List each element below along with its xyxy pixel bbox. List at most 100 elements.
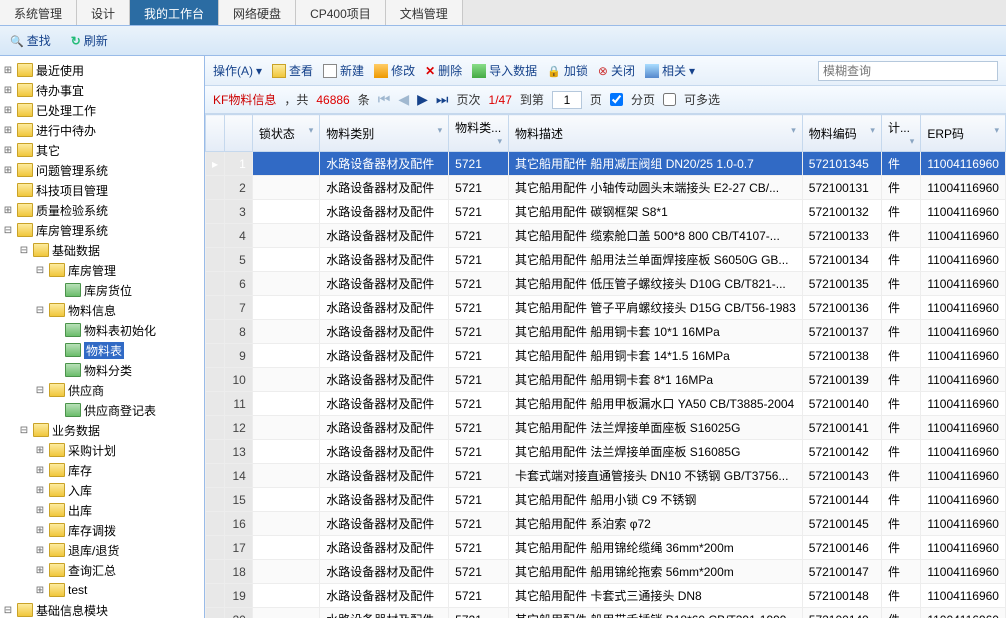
tree-node[interactable]: ⊞出库 bbox=[2, 500, 202, 520]
tree-node[interactable]: ⊞问题管理系统 bbox=[2, 160, 202, 180]
tree-node[interactable]: ⊞入库 bbox=[2, 480, 202, 500]
table-row[interactable]: 13水路设备器材及配件5721其它船用配件 法兰焊接单面座板 S16085G57… bbox=[206, 440, 1006, 464]
table-cell: 其它船用配件 法兰焊接单面座板 S16085G bbox=[509, 440, 803, 464]
new-button[interactable]: 新建 bbox=[323, 62, 364, 79]
tree-node[interactable]: ⊟基础数据 bbox=[2, 240, 202, 260]
grid-header[interactable]: 计...▾ bbox=[881, 115, 920, 152]
table-row[interactable]: 17水路设备器材及配件5721其它船用配件 船用锦纶缆绳 36mm*200m57… bbox=[206, 536, 1006, 560]
top-tab-2[interactable]: 我的工作台 bbox=[130, 0, 219, 25]
grid-header[interactable]: 物料编码▾ bbox=[802, 115, 881, 152]
chevron-down-icon[interactable]: ▾ bbox=[870, 125, 875, 136]
table-row[interactable]: 15水路设备器材及配件5721其它船用配件 船用小锁 C9 不锈钢5721001… bbox=[206, 488, 1006, 512]
table-row[interactable]: 8水路设备器材及配件5721其它船用配件 船用铜卡套 10*1 16MPa572… bbox=[206, 320, 1006, 344]
refresh-button[interactable]: 刷新 bbox=[71, 32, 108, 49]
tree-node[interactable]: 物料表初始化 bbox=[2, 320, 202, 340]
table-cell: 水路设备器材及配件 bbox=[320, 488, 449, 512]
top-tab-1[interactable]: 设计 bbox=[77, 0, 130, 25]
last-page-button[interactable]: ⏭ bbox=[436, 91, 449, 108]
tree-node[interactable]: ⊞待办事宜 bbox=[2, 80, 202, 100]
grid-header[interactable]: 锁状态▾ bbox=[252, 115, 319, 152]
multi-select-checkbox[interactable] bbox=[663, 93, 676, 106]
top-tab-5[interactable]: 文档管理 bbox=[386, 0, 463, 25]
table-row[interactable]: 6水路设备器材及配件5721其它船用配件 低压管子螺纹接头 D10G CB/T8… bbox=[206, 272, 1006, 296]
split-page-checkbox[interactable] bbox=[610, 93, 623, 106]
table-row[interactable]: 5水路设备器材及配件5721其它船用配件 船用法兰单面焊接座板 S6050G G… bbox=[206, 248, 1006, 272]
grid-header[interactable]: ERP码▾ bbox=[921, 115, 1006, 152]
chevron-down-icon[interactable]: ▾ bbox=[791, 125, 796, 136]
table-row[interactable]: 12水路设备器材及配件5721其它船用配件 法兰焊接单面座板 S16025G57… bbox=[206, 416, 1006, 440]
search-button[interactable]: 查找 bbox=[10, 32, 51, 49]
import-button[interactable]: 导入数据 bbox=[472, 62, 537, 79]
chevron-down-icon[interactable]: ▾ bbox=[994, 125, 999, 136]
fuzzy-search-input[interactable] bbox=[818, 61, 998, 81]
tree-node[interactable]: ⊟基础信息模块 bbox=[2, 600, 202, 618]
grid-header[interactable]: 物料类...▾ bbox=[449, 115, 509, 152]
tree-node[interactable]: ⊟供应商 bbox=[2, 380, 202, 400]
close-button[interactable]: 关闭 bbox=[598, 62, 635, 79]
table-row[interactable]: 19水路设备器材及配件5721其它船用配件 卡套式三通接头 DN85721001… bbox=[206, 584, 1006, 608]
table-cell bbox=[206, 320, 225, 344]
tree-node[interactable]: 供应商登记表 bbox=[2, 400, 202, 420]
tree-node[interactable]: 库房货位 bbox=[2, 280, 202, 300]
table-row[interactable]: 4水路设备器材及配件5721其它船用配件 缆索舱口盖 500*8 800 CB/… bbox=[206, 224, 1006, 248]
table-cell: 20 bbox=[225, 608, 253, 618]
tree-node[interactable]: 物料分类 bbox=[2, 360, 202, 380]
tree-node[interactable]: ⊞最近使用 bbox=[2, 60, 202, 80]
folder-icon bbox=[49, 483, 65, 497]
chevron-down-icon[interactable]: ▾ bbox=[309, 125, 314, 136]
top-tab-3[interactable]: 网络硬盘 bbox=[219, 0, 296, 25]
table-cell: 水路设备器材及配件 bbox=[320, 608, 449, 618]
chevron-down-icon[interactable]: ▾ bbox=[910, 136, 915, 147]
table-row[interactable]: 9水路设备器材及配件5721其它船用配件 船用铜卡套 14*1.5 16MPa5… bbox=[206, 344, 1006, 368]
table-row[interactable]: 10水路设备器材及配件5721其它船用配件 船用铜卡套 8*1 16MPa572… bbox=[206, 368, 1006, 392]
tree-node[interactable]: ⊞其它 bbox=[2, 140, 202, 160]
tree-node[interactable]: 科技项目管理 bbox=[2, 180, 202, 200]
delete-button[interactable]: 删除 bbox=[425, 62, 462, 79]
tree-node[interactable]: ⊟库房管理 bbox=[2, 260, 202, 280]
tree-node[interactable]: 物料表 bbox=[2, 340, 202, 360]
related-dropdown[interactable]: 相关 ▾ bbox=[645, 62, 695, 79]
tree-node[interactable]: ⊟物料信息 bbox=[2, 300, 202, 320]
grid-header[interactable]: 物料描述▾ bbox=[509, 115, 803, 152]
tree-node[interactable]: ⊞查询汇总 bbox=[2, 560, 202, 580]
tree-node[interactable]: ⊞退库/退货 bbox=[2, 540, 202, 560]
grid-header[interactable]: 物料类别▾ bbox=[320, 115, 449, 152]
tree-node[interactable]: ⊟业务数据 bbox=[2, 420, 202, 440]
chevron-down-icon[interactable]: ▾ bbox=[498, 136, 503, 147]
chevron-down-icon: ▾ bbox=[689, 64, 695, 78]
table-row[interactable]: 18水路设备器材及配件5721其它船用配件 船用锦纶拖索 56mm*200m57… bbox=[206, 560, 1006, 584]
table-row[interactable]: 14水路设备器材及配件5721卡套式端对接直通管接头 DN10 不锈钢 GB/T… bbox=[206, 464, 1006, 488]
top-tab-4[interactable]: CP400项目 bbox=[296, 0, 386, 25]
grid-header[interactable] bbox=[225, 115, 253, 152]
page-input[interactable] bbox=[552, 91, 582, 109]
operate-dropdown[interactable]: 操作(A) ▾ bbox=[213, 62, 262, 79]
tree-node[interactable]: ⊞采购计划 bbox=[2, 440, 202, 460]
tree-node[interactable]: ⊟库房管理系统 bbox=[2, 220, 202, 240]
table-row[interactable]: 11水路设备器材及配件5721其它船用配件 船用甲板漏水口 YA50 CB/T3… bbox=[206, 392, 1006, 416]
tree-node[interactable]: ⊞test bbox=[2, 580, 202, 600]
chevron-down-icon[interactable]: ▾ bbox=[438, 125, 443, 136]
table-cell: 水路设备器材及配件 bbox=[320, 296, 449, 320]
table-cell: 11004116960 bbox=[921, 512, 1006, 536]
tree-node[interactable]: ⊞进行中待办 bbox=[2, 120, 202, 140]
lock-button[interactable]: 加锁 bbox=[547, 62, 588, 79]
data-grid: 锁状态▾物料类别▾物料类...▾物料描述▾物料编码▾计...▾ERP码▾▸1水路… bbox=[205, 114, 1006, 618]
tree-node[interactable]: ⊞库存 bbox=[2, 460, 202, 480]
edit-button[interactable]: 修改 bbox=[374, 62, 415, 79]
top-tab-0[interactable]: 系统管理 bbox=[0, 0, 77, 25]
table-row[interactable]: 7水路设备器材及配件5721其它船用配件 管子平肩螺纹接头 D15G CB/T5… bbox=[206, 296, 1006, 320]
first-page-button[interactable]: ⏮ bbox=[378, 91, 391, 108]
tree-node[interactable]: ⊞质量检验系统 bbox=[2, 200, 202, 220]
prev-page-button[interactable]: ◀ bbox=[398, 91, 409, 108]
table-row[interactable]: 2水路设备器材及配件5721其它船用配件 小轴传动圆头末端接头 E2-27 CB… bbox=[206, 176, 1006, 200]
table-row[interactable]: 16水路设备器材及配件5721其它船用配件 系泊索 φ72572100145件1… bbox=[206, 512, 1006, 536]
next-page-button[interactable]: ▶ bbox=[417, 91, 428, 108]
tree-node[interactable]: ⊞已处理工作 bbox=[2, 100, 202, 120]
tree-node[interactable]: ⊞库存调拨 bbox=[2, 520, 202, 540]
table-row[interactable]: ▸1水路设备器材及配件5721其它船用配件 船用减压阀组 DN20/25 1.0… bbox=[206, 152, 1006, 176]
expand-icon: ⊞ bbox=[2, 165, 14, 176]
view-button[interactable]: 查看 bbox=[272, 62, 313, 79]
grid-header[interactable] bbox=[206, 115, 225, 152]
table-row[interactable]: 20水路设备器材及配件5721其它船用配件 船用带舌插销 B18*60 CB/T… bbox=[206, 608, 1006, 618]
table-row[interactable]: 3水路设备器材及配件5721其它船用配件 碳钢框架 S8*1572100132件… bbox=[206, 200, 1006, 224]
